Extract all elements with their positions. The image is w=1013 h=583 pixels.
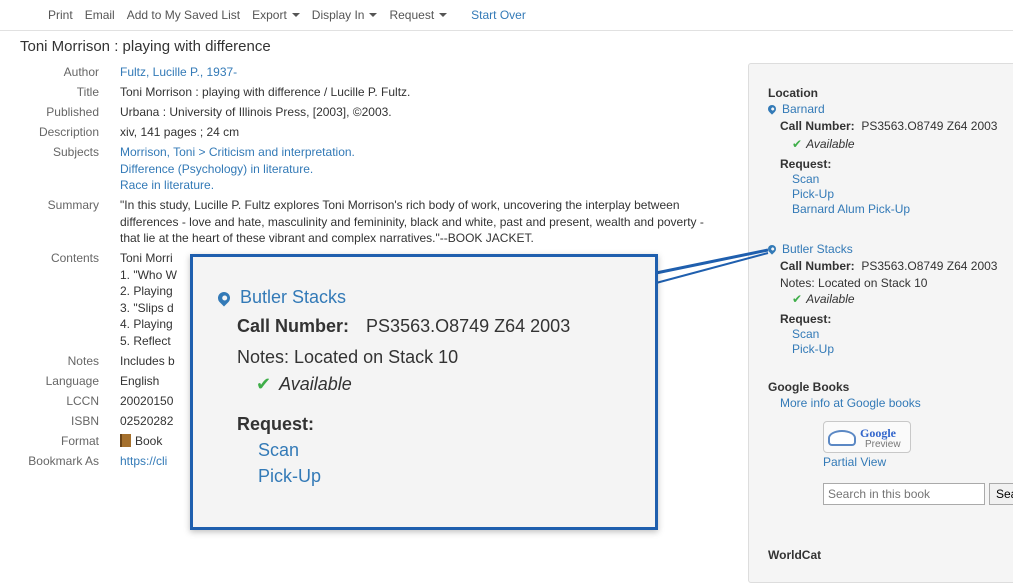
bookmark-link[interactable]: https://cli (120, 454, 167, 468)
request-label: Request: (780, 157, 832, 171)
request-label: Request (389, 8, 435, 22)
field-label: Title (76, 85, 99, 99)
google-preview-button[interactable]: Google Preview (823, 421, 911, 453)
availability-status: ✔ Available (792, 137, 1013, 151)
zoom-request-scan-link[interactable]: Scan (258, 440, 655, 461)
status-text: Available (806, 292, 855, 306)
request-dropdown[interactable]: Request (389, 8, 448, 22)
location-notes: Notes: Located on Stack 10 (780, 276, 928, 290)
map-marker-icon (766, 103, 778, 115)
status-text: Available (806, 137, 855, 151)
zoom-callout: Butler Stacks Call Number: PS3563.O8749 … (190, 254, 658, 530)
zoom-call-number-row: Call Number: PS3563.O8749 Z64 2003 (237, 316, 655, 337)
call-number-value: PS3563.O8749 Z64 2003 (861, 259, 998, 273)
zoom-request-label: Request: (237, 414, 315, 434)
call-number-label: Call Number: (780, 119, 855, 133)
zoom-call-number-value: PS3563.O8749 Z64 2003 (366, 316, 571, 336)
checkmark-icon: ✔ (256, 374, 272, 394)
zoom-location-name: Butler Stacks (240, 287, 347, 307)
map-marker-icon (215, 289, 233, 306)
call-number-value: PS3563.O8749 Z64 2003 (861, 119, 998, 133)
call-number-row: Call Number: PS3563.O8749 Z64 2003 (780, 119, 1013, 133)
field-label: Language (45, 373, 99, 388)
book-icon (120, 433, 131, 447)
request-scan-link[interactable]: Scan (792, 327, 1013, 341)
zoom-location-link[interactable]: Butler Stacks (215, 287, 655, 308)
location-name: Barnard (782, 102, 825, 116)
field-subjects: Subjects Morrison, Toni > Criticism and … (0, 144, 740, 194)
zoom-call-number-label: Call Number: (237, 316, 350, 336)
worldcat-heading: WorldCat (768, 548, 822, 562)
zoom-status-text: Available (279, 374, 352, 394)
partial-view-link[interactable]: Partial View (823, 455, 1013, 469)
field-label: Published (46, 105, 99, 119)
field-label: Subjects (52, 145, 99, 159)
location-link-barnard[interactable]: Barnard (766, 102, 1013, 116)
field-label: Format (60, 433, 99, 448)
display-in-label: Display In (311, 8, 365, 22)
author-link[interactable]: Fultz, Lucille P., 1937- (120, 65, 237, 79)
field-summary: Summary "In this study, Lucille P. Fultz… (0, 197, 740, 247)
request-pickup-link[interactable]: Pick-Up (792, 342, 1013, 356)
field-description: Description xiv, 141 pages ; 24 cm (0, 124, 740, 141)
availability-status: ✔ Available (792, 292, 1013, 306)
request-alum-pickup-link[interactable]: Barnard Alum Pick-Up (792, 202, 1013, 216)
record-toolbar: Print Email Add to My Saved List Export … (0, 0, 1013, 31)
call-number-label: Call Number: (780, 259, 855, 273)
subject-link[interactable]: Race in literature. (120, 178, 214, 192)
field-published: Published Urbana : University of Illinoi… (0, 104, 740, 121)
preview-text: Preview (865, 439, 901, 450)
display-in-dropdown[interactable]: Display In (312, 8, 378, 22)
field-label: Bookmark As (28, 453, 99, 468)
field-label: Summary (47, 198, 99, 212)
description-value: xiv, 141 pages ; 24 cm (120, 125, 240, 139)
format-value: Book (135, 433, 163, 448)
print-button[interactable]: Print (48, 8, 73, 22)
title-value: Toni Morrison : playing with difference … (120, 85, 411, 99)
field-label: Description (38, 125, 99, 139)
zoom-availability: ✔ Available (256, 374, 655, 395)
field-label: Contents (50, 251, 99, 265)
location-name: Butler Stacks (782, 242, 853, 256)
location-link-butler[interactable]: Butler Stacks (766, 242, 1013, 256)
field-label: ISBN (70, 413, 99, 428)
summary-value: "In this study, Lucille P. Fultz explore… (120, 198, 704, 245)
add-to-saved-list-button[interactable]: Add to My Saved List (127, 8, 240, 22)
request-label: Request: (780, 312, 832, 326)
google-books-heading: Google Books (768, 380, 850, 394)
book-search-row: Sea (823, 483, 1013, 505)
checkmark-icon: ✔ (792, 137, 803, 151)
field-author: Author Fultz, Lucille P., 1937- (0, 64, 740, 81)
start-over-link[interactable]: Start Over (471, 8, 526, 22)
map-marker-icon (766, 243, 778, 255)
caret-down-icon (369, 13, 378, 17)
export-label: Export (252, 8, 287, 22)
checkmark-icon: ✔ (792, 292, 803, 306)
call-number-row: Call Number: PS3563.O8749 Z64 2003 (780, 259, 1013, 273)
request-scan-link[interactable]: Scan (792, 172, 1013, 186)
published-value: Urbana : University of Illinois Press, [… (120, 105, 392, 119)
caret-down-icon (291, 13, 300, 17)
field-title: Title Toni Morrison : playing with diffe… (0, 84, 740, 101)
zoom-notes: Notes: Located on Stack 10 (237, 347, 459, 367)
google-books-more-info-link[interactable]: More info at Google books (780, 396, 1013, 410)
search-in-book-button[interactable]: Sea (989, 483, 1013, 505)
search-in-book-input[interactable] (823, 483, 985, 505)
field-label: Notes (67, 353, 99, 368)
subject-link[interactable]: Difference (Psychology) in literature. (120, 162, 313, 176)
holdings-sidebar: Location Barnard Call Number: PS3563.O87… (748, 63, 1013, 583)
open-book-icon (828, 430, 856, 446)
subject-link[interactable]: Morrison, Toni > Criticism and interpret… (120, 145, 355, 159)
field-label: LCCN (66, 393, 99, 408)
caret-down-icon (439, 13, 448, 17)
email-button[interactable]: Email (85, 8, 115, 22)
zoom-request-pickup-link[interactable]: Pick-Up (258, 466, 655, 487)
location-heading: Location (768, 86, 818, 100)
export-dropdown[interactable]: Export (252, 8, 300, 22)
field-label: Author (63, 65, 99, 79)
request-pickup-link[interactable]: Pick-Up (792, 187, 1013, 201)
page-title: Toni Morrison : playing with difference (20, 38, 271, 55)
